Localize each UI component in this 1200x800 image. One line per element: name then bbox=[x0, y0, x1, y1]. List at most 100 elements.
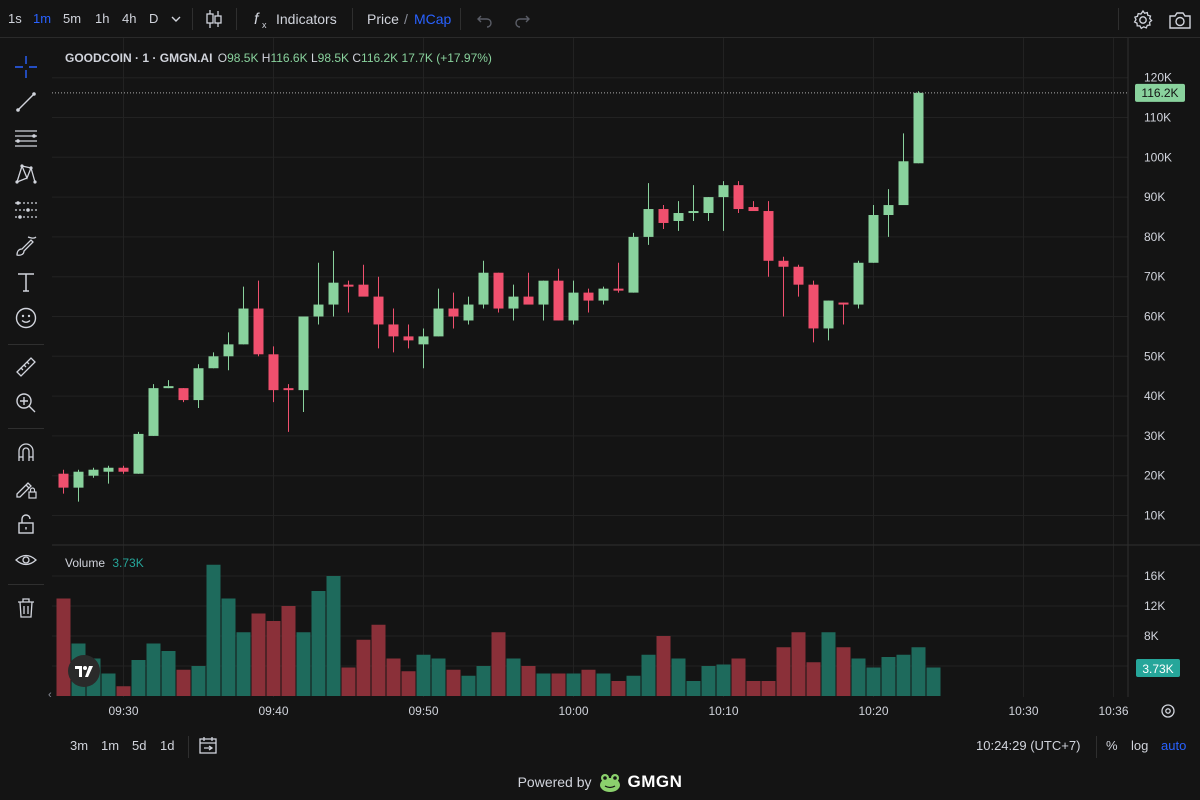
candle-body bbox=[313, 304, 324, 317]
candle-body bbox=[433, 308, 444, 337]
candle-body bbox=[268, 354, 279, 391]
volume-bar bbox=[656, 636, 671, 696]
volume-bar bbox=[296, 632, 311, 696]
gmgn-frog-logo-icon bbox=[599, 774, 620, 792]
volume-bar bbox=[281, 606, 296, 696]
candle-body bbox=[553, 280, 564, 321]
volume-bar bbox=[146, 643, 161, 696]
volume-bar bbox=[191, 666, 206, 696]
price-tick-label: 50K bbox=[1144, 349, 1165, 363]
candle-body bbox=[493, 272, 504, 309]
candle-body bbox=[193, 368, 204, 401]
volume-layer bbox=[56, 564, 941, 696]
time-tick-label: 09:30 bbox=[108, 704, 138, 718]
price-axis: 120K 110K 100K 90K 80K 70K 60K 50K 40K 30K 20K 10K bbox=[1144, 71, 1172, 523]
volume-bar bbox=[641, 654, 656, 696]
percent-toggle[interactable]: % bbox=[1106, 738, 1118, 753]
log-toggle[interactable]: log bbox=[1131, 738, 1148, 753]
volume-axis: 16K 12K 8K bbox=[1144, 569, 1165, 643]
candle-body bbox=[793, 266, 804, 285]
candle-body bbox=[298, 316, 309, 391]
legend-dot: · bbox=[135, 51, 140, 65]
tradingview-logo[interactable] bbox=[68, 655, 100, 687]
candle-body bbox=[868, 215, 879, 263]
candle-body bbox=[148, 388, 159, 436]
time-tick-label: 10:10 bbox=[708, 704, 738, 718]
volume-bar bbox=[311, 591, 326, 696]
auto-toggle[interactable]: auto bbox=[1161, 738, 1186, 753]
candle-body bbox=[253, 308, 264, 355]
range-3m[interactable]: 3m bbox=[70, 738, 88, 753]
candle-body bbox=[373, 296, 384, 325]
candle-body bbox=[823, 300, 834, 329]
volume-bar bbox=[161, 651, 176, 696]
candle-body bbox=[718, 185, 729, 198]
candle-body bbox=[853, 262, 864, 305]
calendar-range-icon[interactable] bbox=[198, 735, 218, 755]
volume-bar bbox=[626, 675, 641, 696]
symbol-name[interactable]: GOODCOIN bbox=[65, 51, 132, 65]
volume-bar bbox=[221, 598, 236, 696]
candle-body bbox=[628, 236, 639, 293]
gmgn-brand: GMGN bbox=[627, 772, 683, 791]
volume-bar bbox=[176, 669, 191, 696]
volume-bar bbox=[416, 654, 431, 696]
candle-body bbox=[883, 205, 894, 216]
volume-bar bbox=[251, 613, 266, 696]
candle-body bbox=[388, 324, 399, 337]
last-price-badge-text: 116.2K bbox=[1141, 86, 1178, 100]
volume-bar bbox=[401, 671, 416, 696]
volume-bar bbox=[611, 681, 626, 696]
candle-body bbox=[238, 308, 249, 345]
volume-bar bbox=[896, 654, 911, 696]
volume-bar bbox=[866, 667, 881, 696]
tradingview-logo-icon bbox=[75, 666, 93, 677]
candle-body bbox=[208, 356, 219, 369]
close-value: 116.2K bbox=[361, 51, 399, 65]
volume-bar bbox=[551, 673, 566, 696]
candle-body bbox=[163, 386, 174, 389]
time-tick-label: 10:00 bbox=[558, 704, 588, 718]
time-tick-label: 10:36 bbox=[1098, 704, 1128, 718]
axis-settings-icon bbox=[1161, 704, 1175, 718]
candle-body bbox=[808, 284, 819, 329]
candle-body bbox=[898, 161, 909, 206]
volume-bar bbox=[731, 658, 746, 696]
volume-bar bbox=[506, 658, 521, 696]
clock-time[interactable]: 10:24:29 (UTC+7) bbox=[976, 738, 1080, 753]
price-tick-label: 40K bbox=[1144, 389, 1165, 403]
time-tick-label: 09:50 bbox=[408, 704, 438, 718]
volume-bar bbox=[431, 658, 446, 696]
volume-bar bbox=[806, 662, 821, 696]
candles-layer bbox=[58, 91, 924, 502]
range-5d[interactable]: 5d bbox=[132, 738, 146, 753]
time-tick-label: 09:40 bbox=[258, 704, 288, 718]
volume-bar bbox=[701, 666, 716, 696]
range-1d[interactable]: 1d bbox=[160, 738, 174, 753]
low-value: 98.5K bbox=[317, 51, 350, 65]
candle-body bbox=[118, 467, 129, 472]
last-price-badge: 116.2K bbox=[1135, 83, 1185, 102]
open-value: 98.5K bbox=[227, 51, 259, 65]
price-chart[interactable]: 120K110K100K90K80K70K60K50K40K30K20K10K … bbox=[0, 0, 1200, 728]
high-value: 116.6K bbox=[270, 51, 308, 65]
volume-bar bbox=[881, 657, 896, 696]
candle-body bbox=[583, 292, 594, 301]
candle-body bbox=[538, 280, 549, 305]
volume-bar bbox=[386, 658, 401, 696]
volume-bar bbox=[131, 660, 146, 696]
candle-body bbox=[913, 92, 924, 164]
volume-bar bbox=[746, 681, 761, 696]
range-1m[interactable]: 1m bbox=[101, 738, 119, 753]
candle-body bbox=[403, 336, 414, 341]
last-volume-badge-text: 3.73K bbox=[1142, 662, 1173, 676]
legend-dot: · bbox=[152, 51, 157, 65]
candle-body bbox=[463, 304, 474, 321]
candle-body bbox=[73, 471, 84, 488]
volume-bar bbox=[476, 666, 491, 696]
bottom-toolbar: 3m 1m 5d 1d 10:24:29 (UTC+7) % log auto bbox=[0, 728, 1200, 764]
volume-bar bbox=[491, 632, 506, 696]
candle-body bbox=[778, 260, 789, 267]
candle-body bbox=[838, 302, 849, 305]
volume-bar bbox=[56, 598, 71, 696]
